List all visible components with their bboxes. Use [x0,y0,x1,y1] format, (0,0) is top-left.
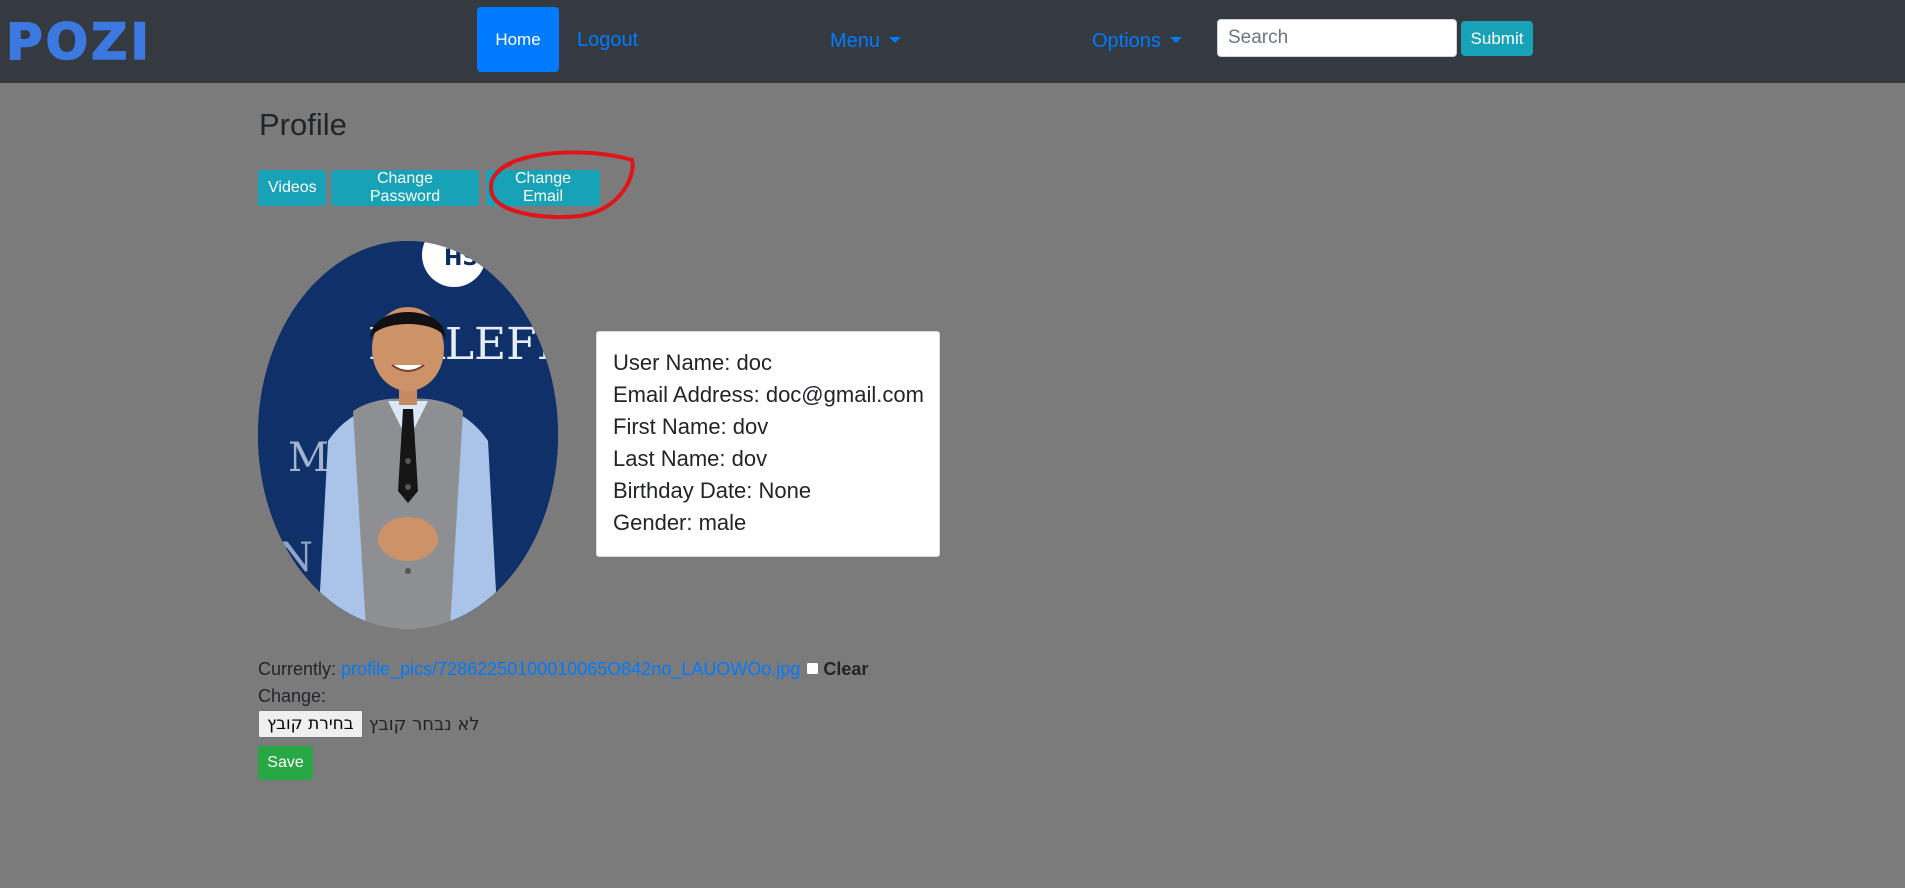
change-email-button[interactable]: Change Email [486,170,600,206]
info-username: User Name: doc [613,350,772,375]
info-birthday: Birthday Date: None [613,478,812,503]
currently-label: Currently: [258,659,337,679]
svg-text:M: M [288,435,329,481]
choose-file-button[interactable]: בחירת קובץ [258,710,363,738]
clear-checkbox[interactable] [806,662,820,675]
current-file-row: Currently: profile_pics/7286225010001006… [258,656,868,682]
svg-text:N: N [278,535,313,581]
search-input[interactable] [1217,19,1457,57]
caret-down-icon [1169,37,1182,43]
nav-menu-label: Menu [830,30,881,52]
info-email: Email Address: doc@gmail.com [613,382,924,407]
nav-options-label: Options [1092,30,1161,52]
current-file-link[interactable]: profile_pics/72862250100010065O842no_LAU… [341,659,800,679]
change-password-button[interactable]: Change Password [331,170,479,206]
change-label: Change: [258,686,327,706]
info-gender: Gender: male [613,510,747,535]
user-info-card: User Name: doc Email Address: doc@gmail.… [596,331,940,557]
nav-home-button[interactable]: Home [477,7,559,72]
top-navbar: POZI Home Logout Menu Options Submit [0,0,1905,83]
nav-options-dropdown[interactable]: Options [1092,29,1182,53]
caret-down-icon [889,37,902,43]
save-button[interactable]: Save [258,746,313,780]
file-input[interactable]: בחירת קובץ לא נבחר קובץ [258,710,480,738]
search-submit-button[interactable]: Submit [1461,21,1533,56]
svg-text:HS: HS [444,246,478,271]
brand-logo[interactable]: POZI [5,13,152,71]
nav-logout-link[interactable]: Logout [577,28,638,52]
nav-menu-dropdown[interactable]: Menu [830,29,902,53]
profile-avatar: HS MALEFICENT M N [258,241,558,629]
profile-photo: HS MALEFICENT M N [258,241,558,629]
info-first-name: First Name: dov [613,414,769,439]
page-title: Profile [259,107,347,142]
info-last-name: Last Name: dov [613,446,768,471]
no-file-chosen-text: לא נבחר קובץ [368,713,480,735]
videos-button[interactable]: Videos [258,170,326,206]
clear-label[interactable]: Clear [823,659,868,679]
